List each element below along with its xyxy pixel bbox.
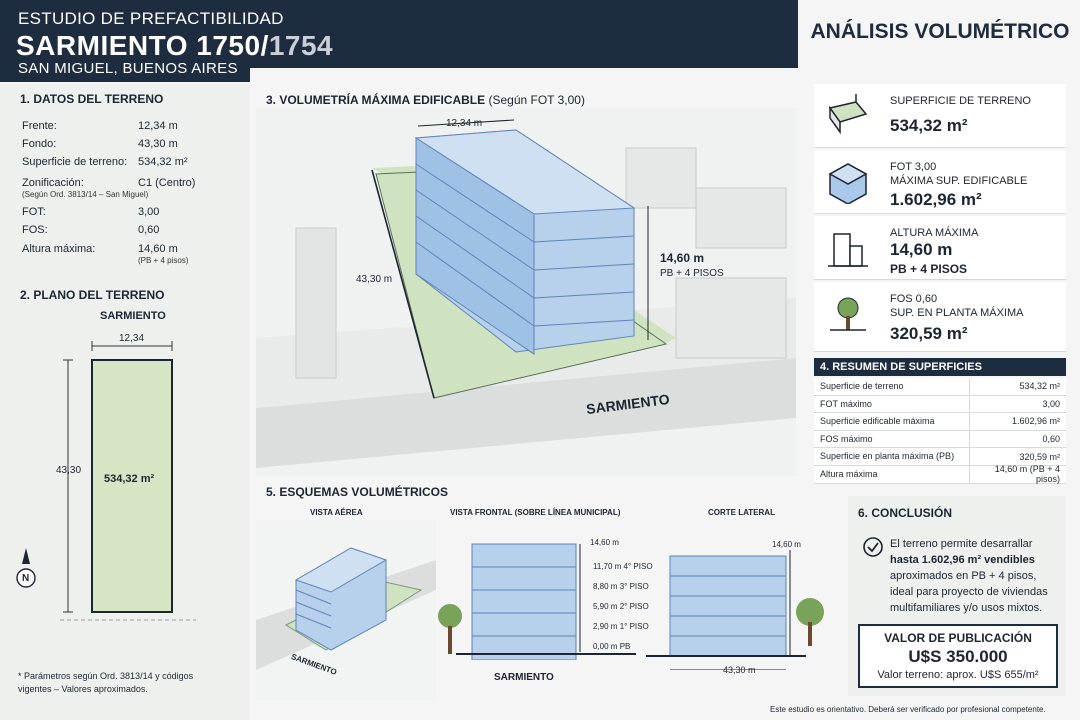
table-row: FOS máximo 0,60 (814, 430, 1066, 449)
location: SAN MIGUEL, BUENOS AIRES (18, 60, 238, 77)
lateral-label: CORTE LATERAL (708, 508, 775, 517)
tree-sketch (796, 598, 824, 646)
card-3-floors: PB + 4 PISOS (890, 262, 968, 276)
building-icon (828, 233, 868, 267)
footnote: * Parámetros según Ord. 3813/14 y código… (18, 671, 194, 694)
card-fos: FOS 0,60 SUP. EN PLANTA MÁXIMA 320,59 m² (814, 282, 1066, 352)
level-14-60: 14,60 m (590, 538, 619, 547)
check-circle-icon (863, 537, 883, 557)
location-band: SAN MIGUEL, BUENOS AIRES (0, 60, 250, 82)
price-title: VALOR DE PUBLICACIÓN (884, 631, 1032, 645)
table-row: Altura máxima 14,60 m (PB + 4 pisos) (814, 464, 1066, 484)
card-2-labels: FOT 3,00 MÁXIMA SUP. EDIFICABLE (890, 161, 1028, 187)
lateral-length: 43,30 m (723, 665, 756, 675)
card-1-value: 534,32 m² (890, 116, 968, 135)
card-1-label: SUPERFICIE DE TERRENO (890, 95, 1031, 107)
data-row-fondo: Fondo: 43,30 m (22, 138, 178, 150)
card-4-value: 320,59 m² (890, 324, 968, 343)
vol-height-dim: 14,60 m (660, 251, 705, 265)
section-1-title: 1. DATOS DEL TERRENO (20, 92, 164, 106)
level-0-00: 0,00 m PB (593, 642, 631, 651)
card-fot: FOT 3,00 MÁXIMA SUP. EDIFICABLE 1.602,96 … (814, 150, 1066, 214)
table-row: FOT máximo 3,00 (814, 395, 1066, 414)
conclusion-panel: 6. CONCLUSIÓN El terreno permite desarra… (848, 496, 1066, 696)
section-2-title: 2. PLANO DEL TERRENO (20, 288, 165, 302)
data-row-frente: Frente: 12,34 m (22, 120, 178, 132)
card-3-value: 14,60 m (890, 240, 953, 259)
study-kicker: ESTUDIO DE PREFACTIBILIDAD (18, 9, 284, 28)
cube-icon (828, 163, 868, 204)
card-superficie: SUPERFICIE DE TERRENO 534,32 m² (814, 84, 1066, 148)
plan-area-label: 534,32 m² (104, 473, 155, 485)
vol-floors: PB + 4 PISOS (660, 268, 724, 279)
header-banner: ESTUDIO DE PREFACTIBILIDAD SARMIENTO 175… (0, 0, 798, 68)
section-3-title: 3. VOLUMETRÍA MÁXIMA EDIFICABLE (Según F… (266, 93, 585, 107)
data-row-fos: FOS: 0,60 (22, 224, 160, 236)
aerial-label: VISTA AÉREA (310, 508, 363, 517)
card-3-label: ALTURA MÁXIMA (890, 227, 979, 239)
section-4-title: 4. RESUMEN DE SUPERFICIES (814, 358, 1066, 376)
conclusion-text: El terreno permite desarrallar hasta 1.60… (890, 538, 1048, 614)
volumetry-3d-view (256, 108, 796, 476)
vol-front-dim: 12,34 m (446, 118, 483, 129)
card-altura: ALTURA MÁXIMA 14,60 m PB + 4 PISOS (814, 216, 1066, 280)
frontal-label: VISTA FRONTAL (SOBRE LÍNEA MUNICIPAL) (450, 508, 621, 517)
section-5-title: 5. ESQUEMAS VOLUMÉTRICOS (266, 485, 449, 499)
price-per-m2: Valor terreno: aprox. U$S 655/m² (877, 669, 1039, 681)
data-row-zonificacion: Zonificación: C1 (Centro) (22, 177, 196, 189)
right-title: ANÁLISIS VOLUMÉTRICO (810, 20, 1070, 43)
plan-street-label: SARMIENTO (100, 310, 166, 322)
card-4-labels: FOS 0,60 SUP. EN PLANTA MÁXIMA (890, 293, 1024, 319)
card-2-value: 1.602,96 m² (890, 190, 982, 209)
aerial-sketch (256, 520, 436, 700)
north-label: N (22, 573, 30, 584)
price-value: U$S 350.000 (908, 647, 1008, 666)
data-row-altura: Altura máxima: 14,60 m (22, 243, 178, 255)
disclaimer: Este estudio es orientativo. Deberá ser … (770, 705, 1046, 714)
zoning-note: (Según Ord. 3813/14 – San Miguel) (22, 190, 149, 199)
plan-front-dim: 12,34 (119, 333, 145, 344)
price-box: VALOR DE PUBLICACIÓN U$S 350.000 Valor t… (858, 624, 1058, 688)
tree-icon (830, 297, 866, 331)
table-row: Superficie edificable máxima 1.602,96 m² (814, 413, 1066, 431)
plan-depth-dim: 43,30 (56, 465, 82, 476)
data-row-superficie: Superficie de terreno: 534,32 m² (22, 156, 188, 168)
land-icon (828, 94, 868, 135)
project-title: SARMIENTO 1750/1754 (16, 30, 334, 61)
frontal-street: SARMIENTO (494, 672, 554, 683)
table-row: Superficie de terreno 534,32 m² (814, 378, 1066, 396)
vol-depth-dim: 43,30 m (356, 274, 393, 285)
lateral-height: 14,60 m (772, 540, 801, 549)
altura-note: (PB + 4 pisos) (138, 256, 189, 265)
summary-table: Superficie de terreno 534,32 m² FOT máxim… (814, 378, 1066, 484)
section-6-title: 6. CONCLUSIÓN (858, 506, 953, 520)
data-row-fot: FOT: 3,00 (22, 206, 160, 218)
